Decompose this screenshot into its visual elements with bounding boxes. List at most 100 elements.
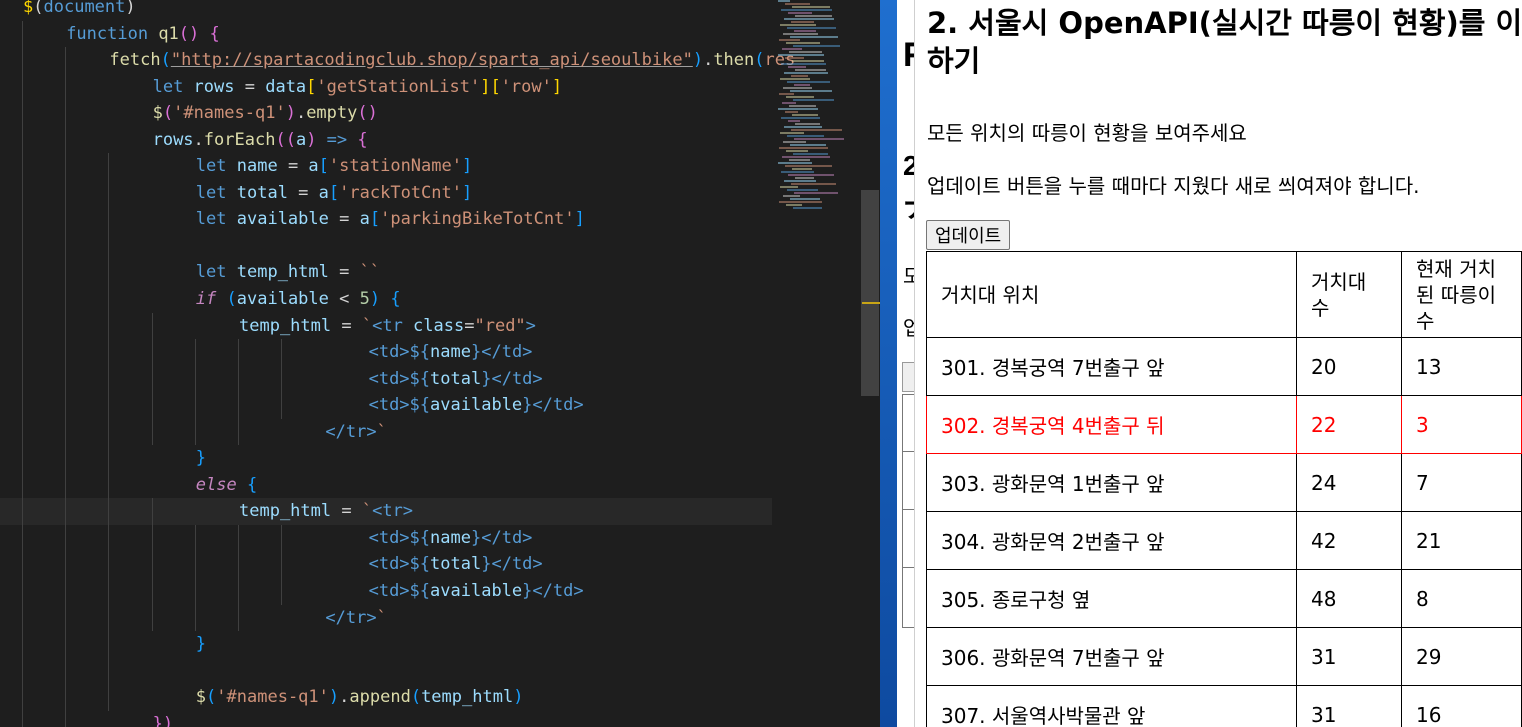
- indent-guide: [194, 365, 196, 393]
- code-token: (: [754, 50, 765, 71]
- code-line[interactable]: let temp_html = ``: [0, 259, 772, 287]
- code-token: let: [195, 209, 237, 230]
- code-editor[interactable]: $(document) function q1() {fetch ( "http://…: [0, 0, 880, 727]
- code-token: }): [152, 713, 174, 727]
- code-line[interactable]: </tr>`: [0, 418, 772, 446]
- cell-rack-count: 48: [1296, 569, 1403, 628]
- code-line[interactable]: [0, 232, 772, 260]
- editor-scrollbar-thumb[interactable]: [861, 190, 879, 396]
- indent-guide: [22, 126, 23, 154]
- code-token: fetch: [109, 50, 161, 71]
- indent-guide: [65, 551, 67, 579]
- code-token: "red": [474, 315, 526, 336]
- code-line[interactable]: <td>${name}</td>: [0, 524, 772, 552]
- code-line[interactable]: }): [0, 710, 772, 727]
- indent-guide: [108, 445, 110, 472]
- code-token: let: [195, 156, 237, 177]
- code-line[interactable]: <td>${total}</td>: [0, 551, 772, 579]
- code-token: ]: [461, 156, 473, 177]
- code-line[interactable]: <td>${total}</td>: [0, 365, 772, 393]
- code-area[interactable]: $(document) function q1() {fetch ( "http://…: [0, 0, 795, 727]
- indent-guide: [22, 657, 23, 685]
- code-token: q1: [158, 23, 179, 44]
- indent-guide: [22, 445, 23, 472]
- code-line[interactable]: function q1() {: [0, 20, 772, 48]
- code-token: ]: [480, 76, 491, 97]
- code-line[interactable]: <td>${available}</td>: [0, 578, 772, 605]
- minimap-line: [794, 30, 816, 32]
- code-token: .: [339, 687, 350, 708]
- header-location: 거치대 위치: [925, 251, 1298, 338]
- code-token: (: [206, 687, 217, 708]
- code-line[interactable]: }: [0, 445, 772, 472]
- indent-guide: [194, 604, 196, 632]
- code-line[interactable]: if (available < 5) {: [0, 286, 772, 313]
- code-token: ${: [409, 342, 431, 363]
- minimap-line: [779, 147, 828, 149]
- code-token: =: [341, 501, 362, 522]
- indent-guide: [238, 578, 239, 605]
- code-token: </tr>: [325, 421, 377, 442]
- page-title: 2. 서울시 OpenAPI(실시간 따릉이 현황)를 이용하기: [927, 6, 1522, 78]
- code-line[interactable]: else {: [0, 471, 772, 499]
- code-line[interactable]: fetch ( "http://spartacodingclub.shop/spar…: [0, 47, 795, 74]
- minimap-line: [781, 9, 832, 11]
- indent-guide: [108, 684, 110, 711]
- cell-location: 305. 종로구청 옆: [925, 569, 1298, 628]
- indent-guide: [238, 392, 239, 419]
- code-token: </td>: [532, 395, 584, 416]
- code-line[interactable]: </tr>`: [0, 604, 772, 632]
- code-line[interactable]: rows.forEach((a) => {: [0, 126, 772, 154]
- code-line[interactable]: $(document): [0, 0, 772, 21]
- minimap-line: [795, 177, 814, 179]
- code-token: `: [361, 501, 373, 522]
- indent-guide: [108, 259, 110, 287]
- header-bike-count: 현재 거치된 따릉이 수: [1401, 251, 1522, 338]
- minimap-line: [789, 105, 816, 107]
- code-line[interactable]: $('#names-q1').empty(): [0, 100, 772, 127]
- code-text: }: [196, 631, 206, 658]
- code-token: (: [162, 103, 174, 124]
- code-token: }: [470, 342, 482, 363]
- indent-guide: [22, 392, 23, 419]
- update-button[interactable]: 업데이트: [926, 220, 1011, 250]
- minimap-line: [778, 54, 824, 56]
- code-line[interactable]: let rows = data['getStationList']['row']: [0, 73, 772, 101]
- indent-guide: [65, 206, 67, 233]
- code-token: else: [195, 474, 247, 495]
- code-token: ): [692, 50, 704, 71]
- code-line[interactable]: let available = a['parkingBikeTotCnt']: [0, 206, 772, 233]
- code-line[interactable]: let total = a['rackTotCnt']: [0, 179, 772, 207]
- code-line[interactable]: temp_html = `<tr>: [0, 498, 772, 525]
- indent-guide: [281, 365, 283, 393]
- indent-guide: [108, 498, 110, 525]
- code-token: name: [236, 156, 288, 177]
- code-line[interactable]: <td>${name}</td>: [0, 339, 772, 366]
- code-line[interactable]: <td>${available}</td>: [0, 392, 772, 419]
- indent-guide: [108, 312, 110, 340]
- code-line[interactable]: [0, 657, 772, 685]
- code-text: let name = a['stationName']: [196, 153, 472, 180]
- minimap-line: [784, 126, 822, 128]
- code-line[interactable]: temp_html = `<tr class="red">: [0, 312, 772, 340]
- code-token: </tr>: [325, 607, 377, 628]
- code-token: ): [306, 129, 317, 150]
- minimap-line: [781, 63, 826, 65]
- cell-location: 304. 광화문역 2번출구 앞: [925, 511, 1298, 570]
- code-token: <td>: [368, 395, 410, 416]
- code-token: available: [236, 289, 340, 310]
- indent-guide: [65, 232, 67, 260]
- minimap-line: [782, 102, 796, 104]
- minimap[interactable]: [778, 0, 862, 230]
- minimap-line: [789, 159, 810, 161]
- table-row: 304. 광화문역 2번출구 앞 42 21: [925, 511, 1522, 570]
- indent-guide: [65, 578, 67, 605]
- code-token: "http://spartacodingclub.shop/sparta_api…: [170, 50, 693, 71]
- code-line[interactable]: let name = a['stationName']: [0, 153, 772, 180]
- indent-guide: [65, 524, 67, 552]
- code-line[interactable]: $('#names-q1').append(temp_html): [0, 684, 772, 711]
- code-token: function: [66, 23, 159, 44]
- indent-guide: [65, 471, 67, 499]
- indent-guide: [151, 312, 153, 340]
- code-line[interactable]: }: [0, 631, 772, 658]
